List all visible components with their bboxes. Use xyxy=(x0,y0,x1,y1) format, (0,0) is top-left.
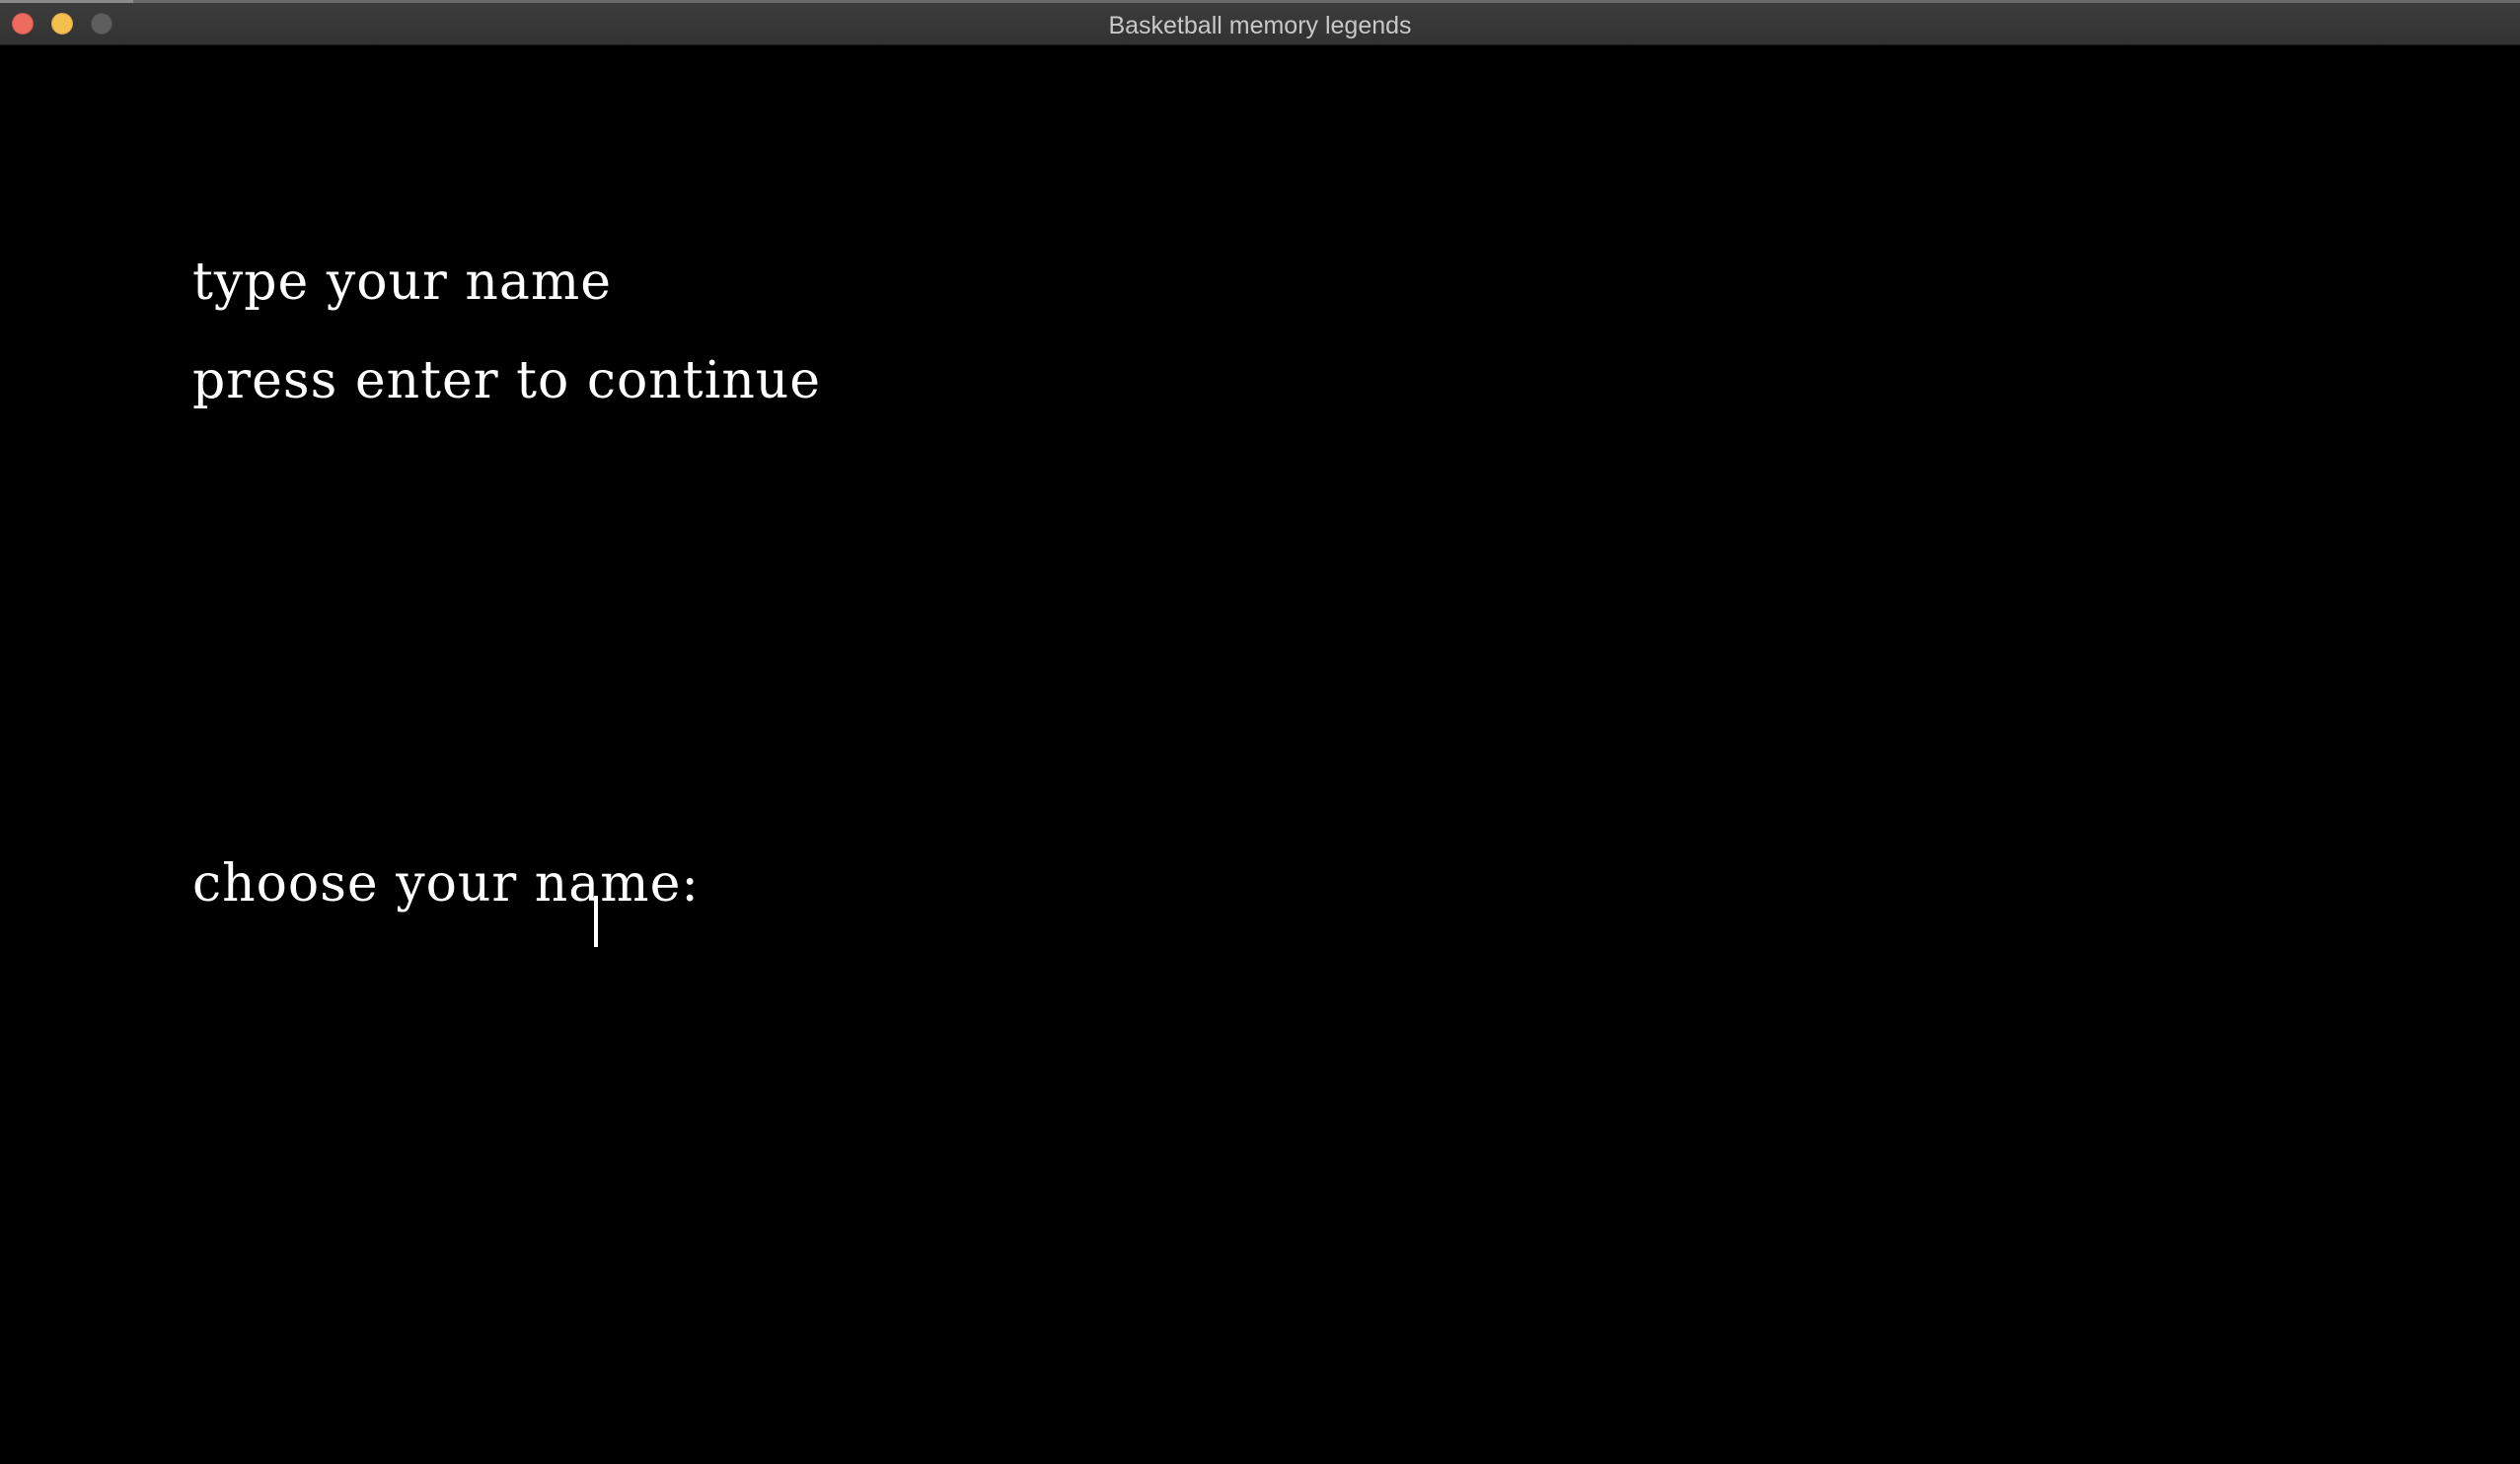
close-window-button[interactable] xyxy=(12,13,34,35)
name-prompt: choose your name: xyxy=(192,844,1341,923)
text-cursor xyxy=(594,896,598,947)
window-title: Basketball memory legends xyxy=(1108,12,1412,39)
minimize-window-button[interactable] xyxy=(51,13,73,35)
player-name-input[interactable] xyxy=(748,849,1341,918)
zoom-window-button[interactable] xyxy=(91,13,112,35)
instruction-press-enter: press enter to continue xyxy=(192,351,822,410)
game-canvas: type your name press enter to continue c… xyxy=(0,45,2520,1464)
title-bar[interactable]: Basketball memory legends xyxy=(0,0,2520,45)
instruction-type-name: type your name xyxy=(192,253,612,312)
name-prompt-label: choose your name: xyxy=(192,854,700,914)
app-window: Basketball memory legends type your name… xyxy=(0,0,2520,1464)
